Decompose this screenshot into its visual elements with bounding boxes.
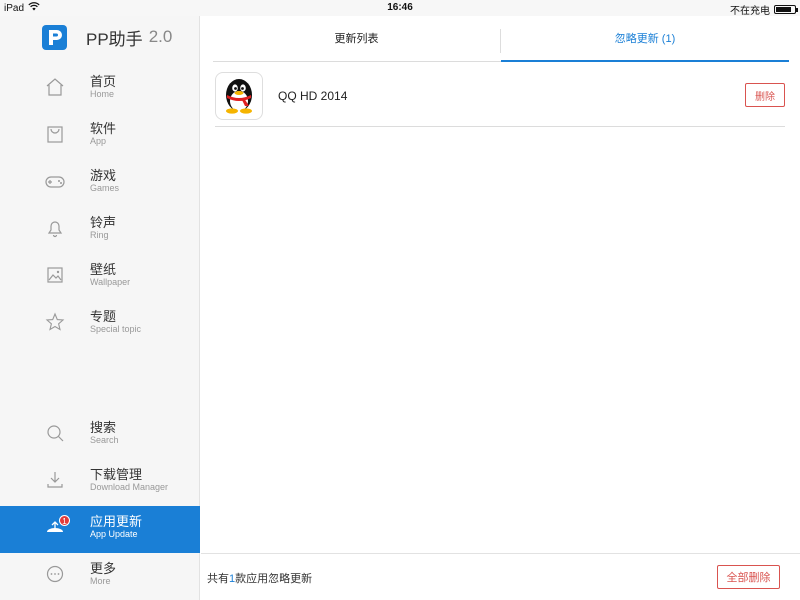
sidebar-item-special-topic[interactable]: 专题 Special topic (0, 301, 200, 348)
sidebar-item-sublabel: Search (90, 435, 119, 445)
sidebar-item-app[interactable]: 软件 App (0, 113, 200, 160)
sidebar: PP助手 2.0 首页 Home 软件 App 游戏 Games 铃声 Ring (0, 16, 200, 600)
app-icon (44, 123, 66, 145)
download-icon (44, 469, 66, 491)
home-icon (44, 76, 66, 98)
status-bar: iPad 16:46 不在充电 (0, 0, 800, 17)
sidebar-item-sublabel: Special topic (90, 324, 142, 334)
sidebar-item-home[interactable]: 首页 Home (0, 66, 200, 113)
sidebar-item-label: 壁纸 (90, 262, 117, 277)
sidebar-item-sublabel: Ring (90, 230, 109, 240)
sidebar-item-sublabel: Games (90, 183, 120, 193)
more-icon (44, 563, 66, 585)
tab-ignored-updates[interactable]: 忽略更新 (1) (501, 24, 789, 62)
sidebar-item-label: 软件 (90, 121, 117, 136)
footer-prefix: 共有 (207, 573, 229, 585)
main-content: 更新列表 忽略更新 (1) QQ HD 2014 删除 共有1款应用忽略更新 全… (201, 16, 800, 600)
footer-suffix: 款应用忽略更新 (235, 573, 313, 585)
sidebar-item-sublabel: More (90, 576, 111, 586)
sidebar-item-sublabel: App (90, 136, 107, 146)
sidebar-item-ring[interactable]: 铃声 Ring (0, 207, 200, 254)
sidebar-item-label: 首页 (90, 74, 117, 89)
app-name: QQ HD 2014 (278, 89, 348, 103)
sidebar-item-search[interactable]: 搜索 Search (0, 412, 200, 459)
delete-button[interactable]: 删除 (745, 83, 785, 107)
sidebar-item-games[interactable]: 游戏 Games (0, 160, 200, 207)
qq-penguin-icon (215, 72, 263, 120)
delete-all-button[interactable]: 全部删除 (717, 565, 780, 589)
gamepad-icon (44, 170, 66, 192)
sidebar-item-label: 应用更新 (90, 514, 143, 529)
app-title: PP助手 (86, 29, 143, 49)
list-item: QQ HD 2014 删除 (215, 70, 785, 127)
sidebar-item-label: 铃声 (90, 215, 117, 230)
ignored-count-text: 共有1款应用忽略更新 (207, 570, 312, 586)
brand: PP助手 2.0 (42, 24, 172, 50)
image-icon (44, 264, 66, 286)
sidebar-item-sublabel: Download Manager (90, 482, 169, 492)
bell-icon (44, 217, 66, 239)
search-icon (44, 422, 66, 444)
tab-bar: 更新列表 忽略更新 (1) (213, 24, 789, 62)
sidebar-item-label: 下载管理 (90, 467, 143, 482)
sidebar-item-label: 更多 (90, 561, 117, 576)
app-version: 2.0 (148, 27, 173, 46)
battery-fill (776, 7, 792, 12)
battery-icon (774, 5, 798, 14)
sidebar-item-sublabel: App Update (90, 529, 138, 539)
status-time: 16:46 (387, 2, 413, 13)
sidebar-item-wallpaper[interactable]: 壁纸 Wallpaper (0, 254, 200, 301)
charging-status: 不在充电 (730, 6, 770, 17)
sidebar-item-sublabel: Home (90, 89, 115, 99)
tab-update-list[interactable]: 更新列表 (213, 24, 500, 62)
active-tab-indicator (501, 60, 789, 62)
sidebar-item-label: 游戏 (90, 168, 117, 183)
star-icon (44, 311, 66, 333)
sidebar-item-label: 专题 (90, 309, 117, 324)
update-count-badge: 1 (59, 515, 70, 526)
sidebar-item-sublabel: Wallpaper (90, 277, 131, 287)
sidebar-item-download-manager[interactable]: 下载管理 Download Manager (0, 459, 200, 506)
sidebar-item-app-update[interactable]: 1 应用更新 App Update (0, 506, 200, 553)
sidebar-item-more[interactable]: 更多 More (0, 553, 200, 600)
sidebar-item-label: 搜索 (90, 420, 117, 435)
status-right: 不在充电 (730, 2, 798, 17)
pp-logo-icon (42, 24, 67, 50)
footer-bar: 共有1款应用忽略更新 全部删除 (201, 553, 800, 600)
